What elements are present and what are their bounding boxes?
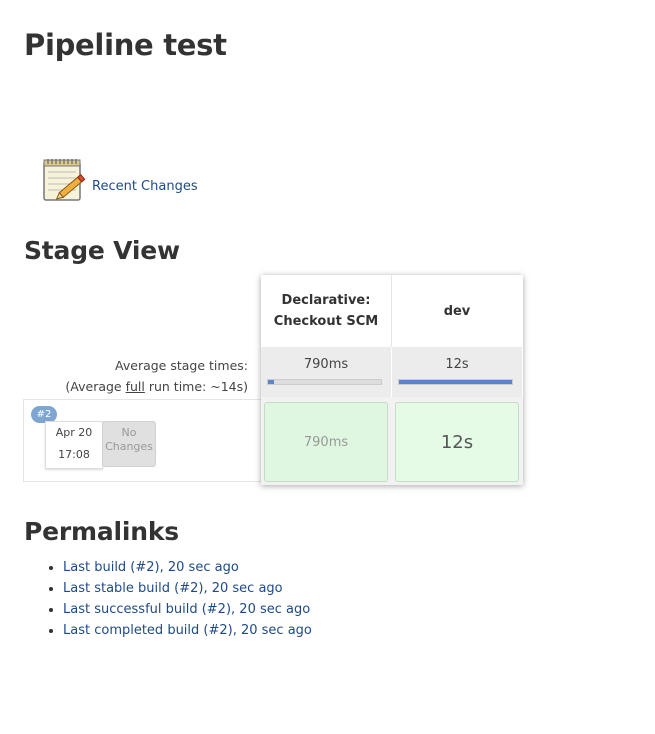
build-time: 17:08	[58, 448, 90, 461]
average-run-time-label: (Average full run time: ~14s)	[65, 379, 248, 394]
permalink-last-completed-build[interactable]: Last completed build (#2), 20 sec ago	[63, 623, 312, 638]
build-date: Apr 20	[55, 426, 93, 439]
stage-header[interactable]: Declarative: Checkout SCM	[261, 275, 391, 347]
build-date-box[interactable]: Apr 20 17:08	[45, 421, 103, 469]
stage-view-heading: Stage View	[24, 236, 180, 265]
recent-changes-link[interactable]: Recent Changes	[92, 179, 198, 194]
permalink-last-stable-build[interactable]: Last stable build (#2), 20 sec ago	[63, 581, 283, 596]
permalink-last-successful-build[interactable]: Last successful build (#2), 20 sec ago	[63, 602, 310, 617]
average-stage-times-label: Average stage times:	[115, 358, 248, 373]
recent-changes[interactable]: Recent Changes	[40, 156, 198, 204]
no-changes-box[interactable]: No Changes	[102, 421, 156, 467]
list-item: Last stable build (#2), 20 sec ago	[63, 581, 312, 597]
notepad-pencil-icon	[40, 156, 88, 204]
stage-column-checkout: Declarative: Checkout SCM 790ms 790ms	[261, 275, 391, 485]
permalink-last-build[interactable]: Last build (#2), 20 sec ago	[63, 560, 239, 575]
stage-average-bar	[398, 379, 513, 385]
stage-average: 12s	[392, 347, 522, 397]
page-title: Pipeline test	[24, 28, 227, 62]
stage-view: Average stage times: (Average full run t…	[23, 275, 523, 485]
list-item: Last completed build (#2), 20 sec ago	[63, 623, 312, 639]
stage-average-bar	[267, 379, 382, 385]
stage-table: Declarative: Checkout SCM 790ms 790ms dev…	[261, 275, 523, 485]
stage-average: 790ms	[261, 347, 391, 397]
list-item: Last successful build (#2), 20 sec ago	[63, 602, 312, 618]
stage-result-cell[interactable]: 790ms	[264, 402, 388, 482]
stage-result-cell[interactable]: 12s	[395, 402, 519, 482]
stage-header[interactable]: dev	[392, 275, 522, 347]
stage-column-dev: dev 12s 12s	[392, 275, 522, 485]
list-item: Last build (#2), 20 sec ago	[63, 560, 312, 576]
permalinks-heading: Permalinks	[24, 517, 179, 546]
stage-average-time: 12s	[445, 357, 469, 372]
permalinks-list: Last build (#2), 20 sec ago Last stable …	[24, 560, 312, 644]
stage-average-time: 790ms	[303, 357, 349, 372]
